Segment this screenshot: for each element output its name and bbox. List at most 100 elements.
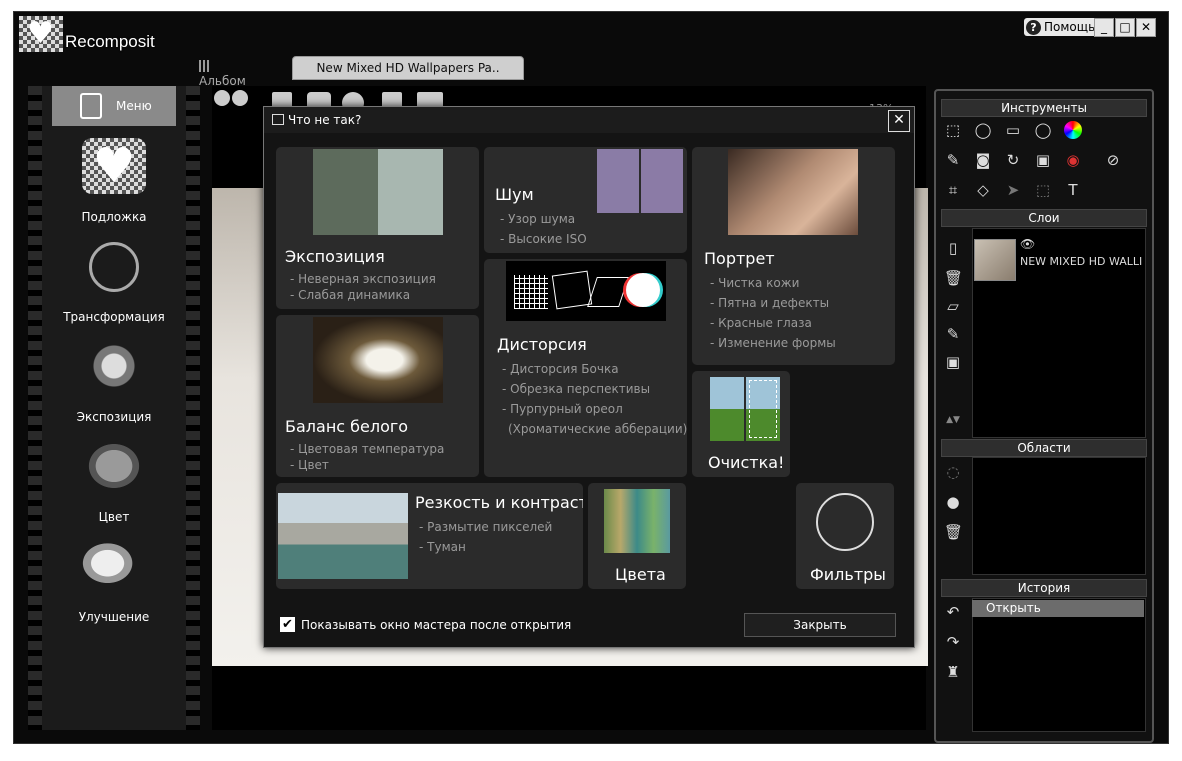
card-portrait[interactable]: Портрет - Чистка кожи - Пятна и дефекты … (692, 147, 895, 365)
area-shape-icon[interactable]: ● (944, 493, 962, 511)
exposure-icon (82, 338, 146, 394)
close-button[interactable]: Закрыть (744, 613, 896, 637)
nav-label: Трансформация (63, 310, 165, 324)
brush-icon[interactable]: ✎ (944, 151, 962, 169)
card-colors[interactable]: Цвета (588, 483, 686, 589)
nav-item-backdrop[interactable]: ♥ Подложка (52, 138, 176, 228)
help-button[interactable]: ? Помощь (1024, 18, 1100, 36)
card-sharpness[interactable]: Резкость и контраст - Размытие пикселей … (276, 483, 583, 589)
dialog-close-icon[interactable]: ✕ (888, 110, 910, 132)
sharpness-image (278, 493, 408, 579)
card-filters-title: Фильтры (810, 565, 886, 584)
nav-item-enhance[interactable]: Улучшение (52, 538, 176, 628)
redo-icon[interactable]: ↷ (944, 633, 962, 651)
card-white-balance-title: Баланс белого (285, 417, 409, 436)
card-portrait-list: - Чистка кожи - Пятна и дефекты - Красны… (710, 273, 836, 353)
areas-header: Области (941, 439, 1147, 457)
aberration-circle (626, 273, 660, 307)
delete-layer-icon[interactable]: 🗑 (944, 269, 963, 287)
transform-icon (89, 242, 139, 292)
nav-item-color[interactable]: Цвет (52, 438, 176, 528)
cleanup-image-after (746, 377, 780, 441)
portrait-image (728, 149, 858, 235)
text-icon[interactable]: T (1064, 181, 1082, 199)
nav-item-exposure[interactable]: Экспозиция (52, 338, 176, 428)
card-portrait-title: Портрет (704, 249, 775, 268)
list-item: - Чистка кожи (710, 276, 800, 290)
zoom-out-icon[interactable] (232, 90, 248, 106)
red-eye-icon[interactable]: ◉ (1064, 151, 1082, 169)
card-distortion[interactable]: Дисторсия - Дисторсия Бочка - Обрезка пе… (484, 259, 687, 477)
nav-label: Подложка (81, 210, 147, 224)
app-name: Recomposit (65, 32, 155, 51)
maximize-button[interactable]: □ (1115, 18, 1135, 37)
colors-image (604, 489, 670, 553)
card-noise[interactable]: Шум - Узор шума - Высокие ISO (484, 147, 687, 253)
heart-icon: ♥ (82, 138, 146, 194)
card-distortion-title: Дисторсия (497, 335, 587, 354)
card-noise-title: Шум (495, 185, 534, 204)
noise-image (597, 149, 683, 213)
move-icon[interactable]: ➤ (1004, 181, 1022, 199)
film-strip-left (28, 86, 42, 730)
edit-layer-icon[interactable]: ✎ (944, 325, 962, 343)
new-area-icon[interactable]: ◌ (944, 463, 962, 481)
transform-select-icon[interactable]: ⬚ (1034, 181, 1052, 199)
dialog-title: Что не так? (288, 113, 362, 127)
tab-album[interactable]: Альбом (199, 60, 246, 88)
save-layer-icon[interactable]: ▣ (944, 353, 962, 371)
frame-shape (551, 270, 593, 310)
close-app-button[interactable]: ✕ (1136, 18, 1156, 37)
exposure-image (313, 149, 443, 235)
tab-active-image[interactable]: New Mixed HD Wallpapers Pa.. (292, 56, 524, 80)
history-item[interactable]: Открыть (972, 600, 1144, 617)
show-wizard-checkbox[interactable]: ✔ Показывать окно мастера после открытия (280, 617, 571, 632)
card-white-balance[interactable]: Баланс белого - Цветовая температура - Ц… (276, 315, 479, 477)
undo-icon[interactable]: ↶ (944, 603, 962, 621)
camera-tool-icon[interactable]: ◙ (974, 151, 992, 169)
list-item: - Пурпурный ореол (502, 402, 623, 416)
wizard-dialog: Что не так? ✕ Экспозиция - Неверная эксп… (263, 106, 915, 648)
filter-lens-icon (816, 493, 874, 551)
zoom-in-icon[interactable] (214, 90, 230, 106)
rect-select-icon[interactable]: ▭ (1004, 121, 1022, 139)
card-noise-list: - Узор шума - Высокие ISO (500, 209, 587, 249)
menu-button[interactable]: Меню (52, 86, 176, 126)
layers-header: Слои (941, 209, 1147, 227)
list-item: - Изменение формы (710, 336, 836, 350)
delete-area-icon[interactable]: 🗑 (944, 523, 963, 541)
menu-icon (80, 93, 102, 119)
freehand-select-icon[interactable]: ◯ (974, 121, 992, 139)
color-wheel-icon[interactable] (1064, 121, 1082, 139)
distortion-image (506, 261, 666, 321)
card-filters[interactable]: Фильтры (796, 483, 894, 589)
stamp-icon[interactable]: ▣ (1034, 151, 1052, 169)
white-balance-image (313, 317, 443, 403)
card-sharpness-list: - Размытие пикселей - Туман (419, 517, 552, 557)
disabled-icon: ⊘ (1106, 151, 1120, 169)
card-exposure[interactable]: Экспозиция - Неверная экспозиция - Слаба… (276, 147, 479, 309)
rotate-icon[interactable]: ↻ (1004, 151, 1022, 169)
nav-label: Улучшение (78, 610, 150, 624)
visibility-eye-icon[interactable]: 👁 (1020, 237, 1035, 251)
lasso-select-icon[interactable]: ⬚ (944, 121, 962, 139)
card-cleanup[interactable]: Очистка! (692, 371, 790, 477)
checkbox-label: Показывать окно мастера после открытия (301, 617, 572, 632)
ellipse-select-icon[interactable]: ◯ (1034, 121, 1052, 139)
list-item: - Туман (419, 540, 466, 554)
robot-icon[interactable]: ♜ (944, 663, 962, 681)
nav-label: Цвет (98, 510, 130, 524)
checkbox-check-icon[interactable]: ✔ (280, 617, 295, 632)
right-sidebar: Инструменты ⬚ ◯ ▭ ◯ ✎ ◙ ↻ ▣ ◉ ⊘ ⌗ ◇ ➤ ⬚ … (934, 89, 1154, 743)
crop-tool-icon[interactable]: ⌗ (944, 181, 962, 199)
perspective-icon[interactable]: ◇ (974, 181, 992, 199)
list-item: - Высокие ISO (500, 232, 587, 246)
new-layer-icon[interactable]: ▯ (944, 239, 962, 257)
layer-props-icon[interactable]: ▱ (944, 297, 962, 315)
layer-order-icon[interactable]: ▲▼ (944, 411, 962, 429)
layer-row[interactable]: 👁 NEW MIXED HD WALLI (972, 235, 1144, 283)
nav-item-transform[interactable]: Трансформация (52, 238, 176, 328)
minimize-button[interactable]: _ (1094, 18, 1114, 37)
film-strip-right (186, 86, 200, 730)
card-sharpness-title: Резкость и контраст (415, 493, 583, 512)
